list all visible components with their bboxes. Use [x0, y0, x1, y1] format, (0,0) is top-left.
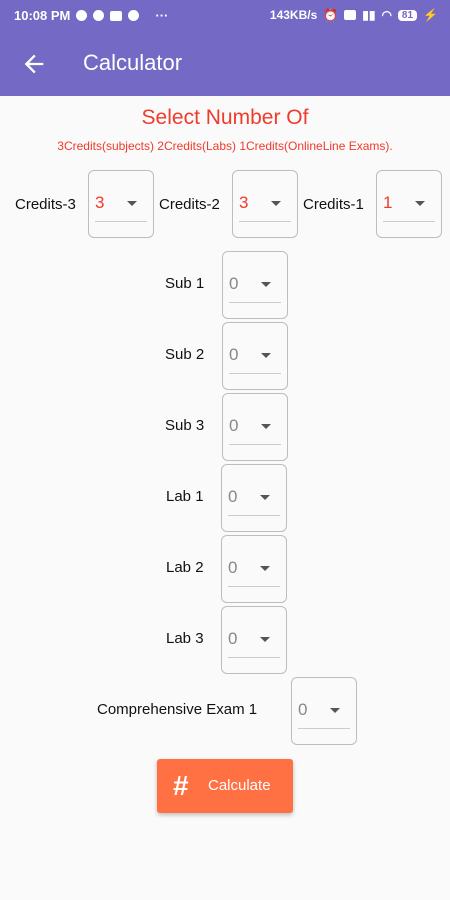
credits-2-label: Credits-2	[159, 196, 220, 213]
sub-3-label: Sub 3	[165, 417, 205, 434]
credits-3-value: 3	[95, 193, 105, 212]
select-heading: Select Number Of	[141, 106, 309, 129]
status-left: 10:08 PM ···	[14, 8, 168, 23]
dropdown-arrow-icon	[271, 201, 281, 206]
status-bar: 10:08 PM ··· 143KB/s ⏰ ▮▮ ◠ 81 ⚡	[0, 0, 450, 32]
app-bar: Calculator	[0, 32, 450, 96]
lab-1-value: 0	[228, 487, 238, 506]
charging-icon: ⚡	[423, 8, 438, 22]
underline	[298, 728, 350, 729]
credits-3-dropdown[interactable]: 3	[88, 170, 154, 238]
credits-3-label: Credits-3	[15, 196, 76, 213]
dropdown-arrow-icon	[415, 201, 425, 206]
sub-1-label: Sub 1	[165, 275, 205, 292]
sub-2-label: Sub 2	[165, 346, 205, 363]
lab-3-label: Lab 3	[166, 630, 204, 647]
underline	[228, 515, 280, 516]
hash-icon: #	[173, 770, 189, 801]
chat-icon	[128, 10, 140, 21]
lab-2-dropdown[interactable]: 0	[221, 535, 287, 603]
comprehensive-exam-dropdown[interactable]: 0	[291, 677, 357, 745]
dropdown-arrow-icon	[260, 495, 270, 500]
sub-3-dropdown[interactable]: 0	[222, 393, 288, 461]
credits-2-dropdown[interactable]: 3	[232, 170, 298, 238]
credits-subheading: 3Credits(subjects) 2Credits(Labs) 1Credi…	[57, 139, 393, 153]
dropdown-arrow-icon	[127, 201, 137, 206]
lab-2-value: 0	[228, 558, 238, 577]
status-right: 143KB/s ⏰ ▮▮ ◠ 81 ⚡	[270, 8, 438, 22]
lab-3-value: 0	[228, 629, 238, 648]
battery-icon: 81	[397, 9, 418, 21]
underline	[239, 221, 291, 222]
lab-1-dropdown[interactable]: 0	[221, 464, 287, 532]
credits-1-label: Credits-1	[303, 196, 364, 213]
status-time: 10:08 PM	[14, 8, 71, 23]
comprehensive-exam-value: 0	[298, 700, 308, 719]
credits-2-value: 3	[239, 193, 249, 212]
calculate-button[interactable]: # Calculate	[157, 759, 293, 813]
dropdown-arrow-icon	[261, 424, 271, 429]
comprehensive-exam-label: Comprehensive Exam 1	[97, 701, 258, 718]
lab-2-label: Lab 2	[166, 559, 204, 576]
nfc-icon	[344, 10, 357, 20]
youtube-icon	[110, 10, 123, 21]
sub-3-value: 0	[229, 416, 239, 435]
underline	[95, 221, 147, 222]
underline	[228, 586, 280, 587]
sub-1-dropdown[interactable]: 0	[222, 251, 288, 319]
underline	[229, 444, 281, 445]
more-dots-icon: ···	[155, 8, 169, 23]
lab-1-label: Lab 1	[166, 488, 204, 505]
credits-1-value: 1	[383, 193, 393, 212]
network-speed: 143KB/s	[269, 8, 318, 22]
dropdown-arrow-icon	[260, 566, 270, 571]
battery-level: 81	[401, 9, 414, 21]
whatsapp-icon	[93, 10, 105, 21]
dropdown-arrow-icon	[260, 637, 270, 642]
notification-dot-icon	[76, 10, 88, 21]
alarm-icon: ⏰	[323, 8, 339, 22]
page-title: Calculator	[83, 50, 183, 75]
underline	[383, 221, 435, 222]
dropdown-arrow-icon	[261, 353, 271, 358]
back-arrow-icon[interactable]	[20, 50, 48, 78]
lab-3-dropdown[interactable]: 0	[221, 606, 287, 674]
sub-1-value: 0	[229, 274, 239, 293]
underline	[229, 373, 281, 374]
dropdown-arrow-icon	[330, 708, 340, 713]
wifi-icon: ◠	[381, 8, 392, 22]
dropdown-arrow-icon	[261, 282, 271, 287]
underline	[229, 302, 281, 303]
sub-2-dropdown[interactable]: 0	[222, 322, 288, 390]
calculate-button-label: Calculate	[208, 777, 271, 794]
sub-2-value: 0	[229, 345, 239, 364]
underline	[228, 657, 280, 658]
signal-icon: ▮▮	[362, 8, 376, 22]
credits-1-dropdown[interactable]: 1	[376, 170, 442, 238]
